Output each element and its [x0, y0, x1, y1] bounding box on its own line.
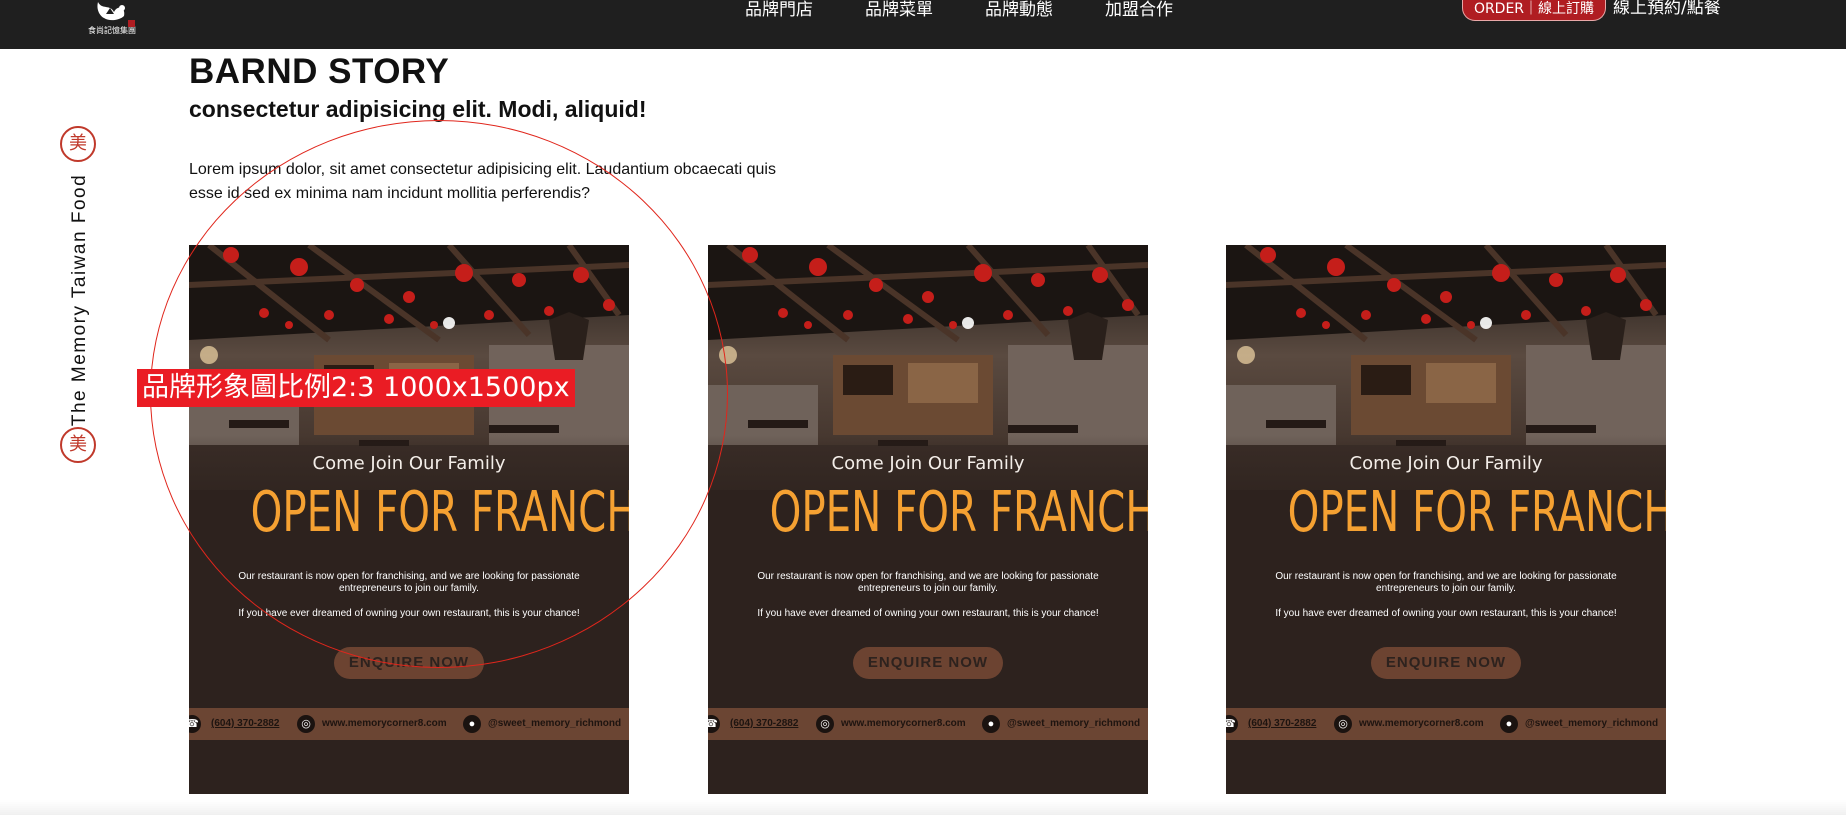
- globe-icon: ◎: [1334, 715, 1352, 733]
- brand-story-title: BARND STORY: [189, 52, 450, 91]
- card-body: Our restaurant is now open for franchisi…: [748, 571, 1108, 633]
- franchise-card[interactable]: Come Join Our Family OPEN FOR FRANCHISE …: [1226, 245, 1666, 794]
- annotation-label: 品牌形象圖比例2:3 1000x1500px: [137, 369, 575, 407]
- nav-link-stores[interactable]: 品牌門店: [745, 0, 813, 22]
- brand-story-subtitle: consectetur adipisicing elit. Modi, aliq…: [189, 96, 647, 122]
- user-icon: ●: [1500, 715, 1518, 733]
- card-contact-bar: ☎ (604) 370-2882 ◎ www.memorycorner8.com…: [1226, 708, 1666, 740]
- top-navbar: 食尚記憶集團 品牌門店 品牌菜單 品牌動態 加盟合作 ORDER｜線上訂購 線上…: [0, 0, 1846, 49]
- card-body: Our restaurant is now open for franchisi…: [229, 571, 589, 633]
- card-headline: OPEN FOR FRANCHISE: [769, 480, 1148, 545]
- reserve-online-link[interactable]: 線上預約/點餐: [1613, 0, 1721, 17]
- nav-link-menu[interactable]: 品牌菜單: [865, 0, 933, 22]
- enquire-now-button[interactable]: ENQUIRE NOW: [853, 647, 1003, 679]
- phone-link[interactable]: (604) 370-2882: [1248, 718, 1316, 730]
- globe-icon: ◎: [297, 715, 315, 733]
- user-icon: ●: [982, 715, 1000, 733]
- card-body-paragraph: Our restaurant is now open for franchisi…: [1275, 571, 1617, 594]
- phone-icon: ☎: [708, 715, 720, 733]
- card-tagline: Come Join Our Family: [312, 453, 506, 474]
- order-online-button[interactable]: ORDER｜線上訂購: [1462, 0, 1606, 21]
- card-body-paragraph: If you have ever dreamed of owning your …: [1275, 608, 1617, 619]
- franchise-card[interactable]: Come Join Our Family OPEN FOR FRANCHISE …: [189, 245, 629, 794]
- enquire-now-button[interactable]: ENQUIRE NOW: [334, 647, 484, 679]
- brand-story-body: Lorem ipsum dolor, sit amet consectetur …: [189, 161, 776, 202]
- brand-logo[interactable]: 食尚記憶集團: [80, 0, 144, 44]
- website-link[interactable]: www.memorycorner8.com: [322, 718, 447, 730]
- side-vertical-label: The Memory Taiwan Food: [69, 173, 90, 427]
- enquire-now-button[interactable]: ENQUIRE NOW: [1371, 647, 1521, 679]
- seal-icon-top: 美: [60, 126, 96, 162]
- nav-link-news[interactable]: 品牌動態: [985, 0, 1053, 22]
- card-body-paragraph: If you have ever dreamed of owning your …: [757, 608, 1099, 619]
- instagram-handle[interactable]: @sweet_memory_richmond: [1007, 718, 1140, 730]
- phone-link[interactable]: (604) 370-2882: [730, 718, 798, 730]
- card-body: Our restaurant is now open for franchisi…: [1266, 571, 1626, 633]
- seal-icon-bottom: 美: [60, 427, 96, 463]
- card-headline: OPEN FOR FRANCHISE: [250, 480, 629, 545]
- card-headline: OPEN FOR FRANCHISE: [1287, 480, 1666, 545]
- website-link[interactable]: www.memorycorner8.com: [1359, 718, 1484, 730]
- card-body-paragraph: If you have ever dreamed of owning your …: [238, 608, 580, 619]
- phone-icon: ☎: [1226, 715, 1238, 733]
- card-body-paragraph: Our restaurant is now open for franchisi…: [757, 571, 1099, 594]
- card-contact-bar: ☎ (604) 370-2882 ◎ www.memorycorner8.com…: [189, 708, 629, 740]
- user-icon: ●: [463, 715, 481, 733]
- nav-link-franchise[interactable]: 加盟合作: [1105, 0, 1173, 22]
- card-tagline: Come Join Our Family: [1349, 453, 1543, 474]
- card-contact-bar: ☎ (604) 370-2882 ◎ www.memorycorner8.com…: [708, 708, 1148, 740]
- page-bottom-shadow: [0, 800, 1846, 815]
- instagram-handle[interactable]: @sweet_memory_richmond: [488, 718, 621, 730]
- phone-icon: ☎: [189, 715, 201, 733]
- globe-icon: ◎: [816, 715, 834, 733]
- phone-link[interactable]: (604) 370-2882: [211, 718, 279, 730]
- card-tagline: Come Join Our Family: [831, 453, 1025, 474]
- franchise-card[interactable]: Come Join Our Family OPEN FOR FRANCHISE …: [708, 245, 1148, 794]
- website-link[interactable]: www.memorycorner8.com: [841, 718, 966, 730]
- card-body-paragraph: Our restaurant is now open for franchisi…: [238, 571, 580, 594]
- instagram-handle[interactable]: @sweet_memory_richmond: [1525, 718, 1658, 730]
